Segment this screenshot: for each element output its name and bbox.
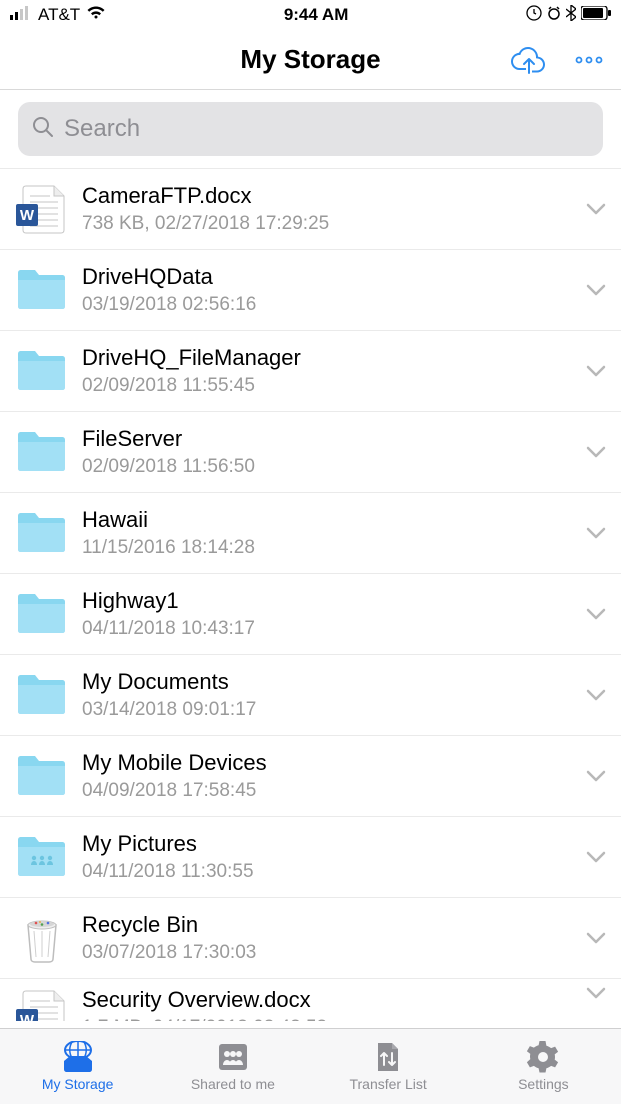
alarm-icon — [547, 5, 561, 25]
folder-icon — [12, 749, 72, 803]
folder-icon — [12, 263, 72, 317]
tab-settings[interactable]: Settings — [466, 1029, 621, 1104]
search-box[interactable] — [18, 102, 603, 156]
item-name: CameraFTP.docx — [82, 183, 585, 209]
item-meta: 738 KB, 02/27/2018 17:29:25 — [82, 213, 585, 235]
item-meta: 1.7 MB, 04/17/2013 03:43:53 — [82, 1017, 585, 1021]
status-bar: AT&T 9:44 AM — [0, 0, 621, 30]
list-item[interactable]: My Mobile Devices 04/09/2018 17:58:45 — [0, 736, 621, 817]
search-input[interactable] — [64, 115, 589, 143]
item-name: My Documents — [82, 669, 585, 695]
list-item[interactable]: Hawaii 11/15/2016 18:14:28 — [0, 493, 621, 574]
list-item[interactable]: My Documents 03/14/2018 09:01:17 — [0, 655, 621, 736]
upload-button[interactable] — [511, 45, 547, 75]
tab-bar: My Storage Shared to me Transfer List Se… — [0, 1028, 621, 1104]
list-item[interactable]: Security Overview.docx 1.7 MB, 04/17/2013… — [0, 979, 621, 1021]
doc-icon — [12, 182, 72, 236]
tab-label: Shared to me — [191, 1076, 275, 1092]
tab-my-storage[interactable]: My Storage — [0, 1029, 155, 1104]
doc-icon — [12, 987, 72, 1021]
tab-label: Settings — [518, 1076, 569, 1092]
tab-label: My Storage — [42, 1076, 114, 1092]
item-name: My Mobile Devices — [82, 750, 585, 776]
folder-icon — [12, 344, 72, 398]
chevron-down-icon[interactable] — [585, 608, 607, 620]
chevron-down-icon[interactable] — [585, 851, 607, 863]
item-name: Security Overview.docx — [82, 987, 585, 1013]
item-name: Hawaii — [82, 507, 585, 533]
folder-icon — [12, 425, 72, 479]
item-meta: 03/19/2018 02:56:16 — [82, 294, 585, 316]
status-time: 9:44 AM — [106, 5, 526, 25]
item-meta: 03/07/2018 17:30:03 — [82, 942, 585, 964]
item-name: DriveHQ_FileManager — [82, 345, 585, 371]
status-left: AT&T — [10, 5, 106, 25]
list-item[interactable]: My Pictures 04/11/2018 11:30:55 — [0, 817, 621, 898]
chevron-down-icon[interactable] — [585, 365, 607, 377]
search-icon — [32, 116, 54, 143]
tab-label: Transfer List — [349, 1076, 426, 1092]
page-title: My Storage — [240, 44, 380, 75]
tab-transfer-list[interactable]: Transfer List — [311, 1029, 466, 1104]
item-meta: 03/14/2018 09:01:17 — [82, 699, 585, 721]
item-name: FileServer — [82, 426, 585, 452]
item-name: DriveHQData — [82, 264, 585, 290]
item-name: Recycle Bin — [82, 912, 585, 938]
chevron-down-icon[interactable] — [585, 987, 607, 999]
item-meta: 02/09/2018 11:56:50 — [82, 456, 585, 478]
list-item[interactable]: DriveHQ_FileManager 02/09/2018 11:55:45 — [0, 331, 621, 412]
bluetooth-icon — [566, 5, 576, 26]
chevron-down-icon[interactable] — [585, 527, 607, 539]
rotation-lock-icon — [526, 5, 542, 26]
list-item[interactable]: Highway1 04/11/2018 10:43:17 — [0, 574, 621, 655]
chevron-down-icon[interactable] — [585, 203, 607, 215]
chevron-down-icon[interactable] — [585, 284, 607, 296]
list-item[interactable]: Recycle Bin 03/07/2018 17:30:03 — [0, 898, 621, 979]
wifi-icon — [86, 5, 106, 25]
chevron-down-icon[interactable] — [585, 932, 607, 944]
item-meta: 02/09/2018 11:55:45 — [82, 375, 585, 397]
list-item[interactable]: FileServer 02/09/2018 11:56:50 — [0, 412, 621, 493]
tab-shared-to-me[interactable]: Shared to me — [155, 1029, 310, 1104]
file-list[interactable]: CameraFTP.docx 738 KB, 02/27/2018 17:29:2… — [0, 169, 621, 1021]
trash-icon — [12, 911, 72, 965]
item-name: Highway1 — [82, 588, 585, 614]
status-right — [526, 5, 611, 26]
item-meta: 04/09/2018 17:58:45 — [82, 780, 585, 802]
search-area — [0, 90, 621, 169]
more-button[interactable] — [575, 56, 603, 64]
battery-icon — [581, 5, 611, 25]
chevron-down-icon[interactable] — [585, 689, 607, 701]
list-item[interactable]: DriveHQData 03/19/2018 02:56:16 — [0, 250, 621, 331]
item-name: My Pictures — [82, 831, 585, 857]
signal-icon — [10, 5, 32, 25]
item-meta: 11/15/2016 18:14:28 — [82, 537, 585, 559]
carrier-label: AT&T — [38, 5, 80, 25]
folder-icon — [12, 506, 72, 560]
list-item[interactable]: CameraFTP.docx 738 KB, 02/27/2018 17:29:2… — [0, 169, 621, 250]
chevron-down-icon[interactable] — [585, 446, 607, 458]
item-meta: 04/11/2018 10:43:17 — [82, 618, 585, 640]
folder-icon — [12, 587, 72, 641]
folder-pic-icon — [12, 830, 72, 884]
folder-icon — [12, 668, 72, 722]
item-meta: 04/11/2018 11:30:55 — [82, 861, 585, 883]
chevron-down-icon[interactable] — [585, 770, 607, 782]
nav-bar: My Storage — [0, 30, 621, 90]
